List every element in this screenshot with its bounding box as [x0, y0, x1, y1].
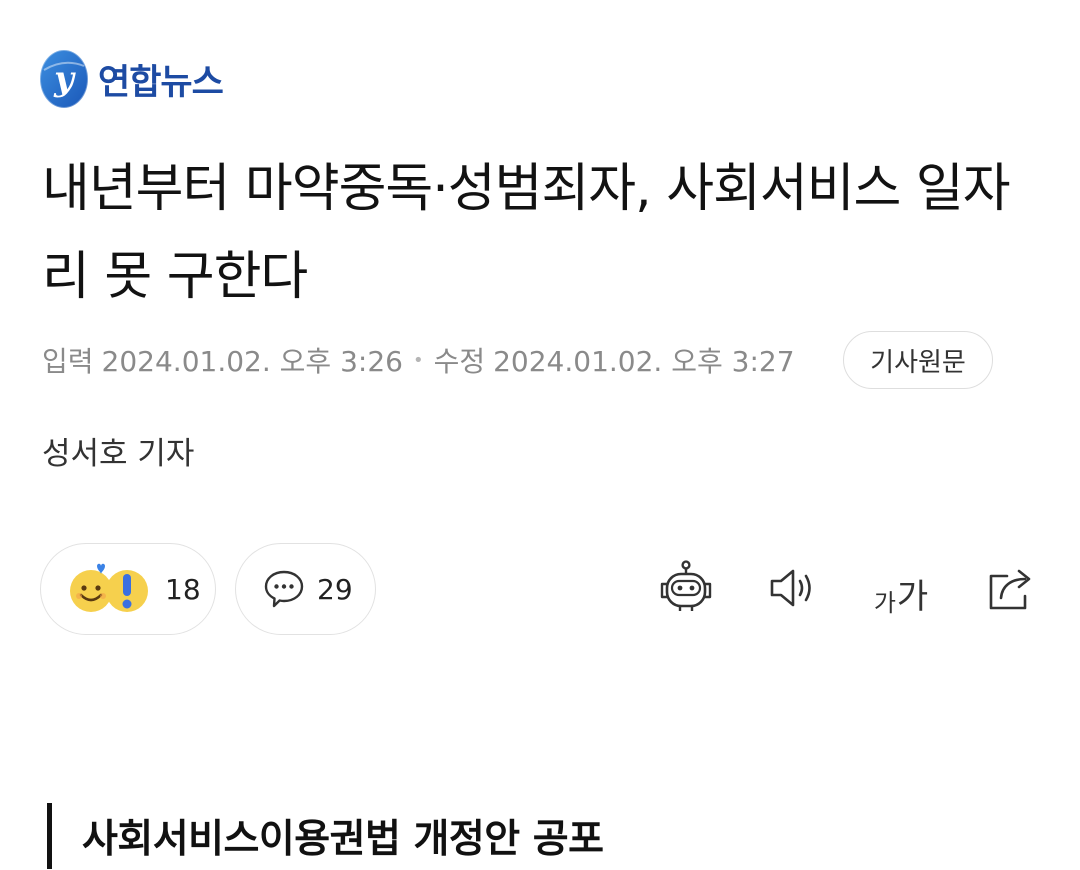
- font-small-glyph: 가: [873, 589, 896, 617]
- meta-separator: •: [412, 349, 424, 371]
- text-to-speech-button[interactable]: [766, 558, 818, 618]
- share-button[interactable]: [984, 558, 1038, 618]
- font-large-glyph: 가: [896, 577, 929, 617]
- speaker-icon: [770, 569, 811, 607]
- section-heading: 사회서비스이용권법 개정안 공포: [47, 803, 604, 869]
- input-label: 입력: [42, 345, 94, 378]
- share-icon: [989, 569, 1031, 610]
- modified-label: 수정: [433, 345, 486, 378]
- original-article-button[interactable]: 기사원문: [843, 331, 993, 389]
- exclamation-icon: [106, 570, 148, 612]
- section-title: 사회서비스이용권법 개정안 공포: [82, 817, 604, 862]
- modified-time: 2024.01.02. 오후 3:27: [493, 345, 795, 378]
- yonhap-logo-icon: y: [39, 49, 89, 109]
- reporter-name[interactable]: 성서호 기자: [42, 428, 194, 473]
- smiley-face-icon: [70, 563, 112, 612]
- publisher-name: 연합뉴스: [98, 62, 224, 103]
- speech-bubble-icon: [264, 570, 304, 608]
- reaction-count: 18: [165, 572, 201, 606]
- font-size-button[interactable]: 가 가: [870, 558, 932, 618]
- ai-summary-button[interactable]: [656, 558, 716, 618]
- comment-count: 29: [317, 572, 353, 606]
- section-bar: [47, 803, 52, 869]
- robot-icon: [660, 560, 712, 611]
- publisher-logo[interactable]: y 연합뉴스: [38, 48, 224, 110]
- article-headline: 내년부터 마약중독·성범죄자, 사회서비스 일자리 못 구한다: [42, 159, 1011, 307]
- reaction-button[interactable]: 18: [40, 543, 216, 635]
- reaction-emoji-icon: [70, 563, 148, 612]
- article-page: y 연합뉴스 내년부터 마약중독·성범죄자, 사회서비스 일자리 못 구한다 입…: [0, 0, 1080, 870]
- comment-button[interactable]: 29: [235, 543, 376, 635]
- svg-text:y: y: [53, 59, 76, 99]
- article-timestamps: 입력 2024.01.02. 오후 3:26 • 수정 2024.01.02. …: [42, 332, 795, 388]
- input-time: 2024.01.02. 오후 3:26: [101, 345, 403, 378]
